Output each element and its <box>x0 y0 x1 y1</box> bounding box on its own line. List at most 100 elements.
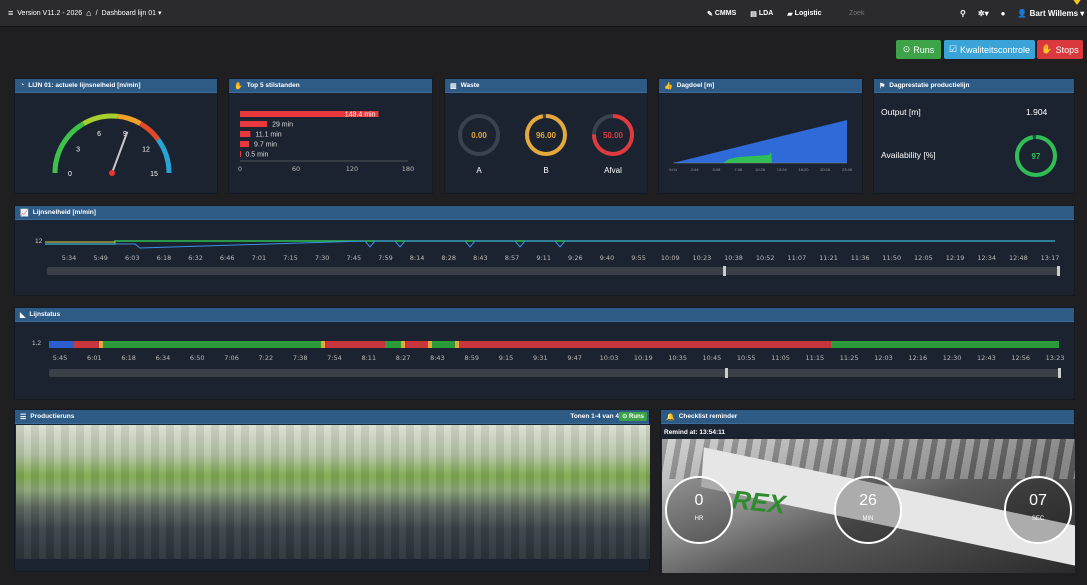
dashboard-icon: ◔ <box>20 82 25 89</box>
x-tick-label: 11:36 <box>851 254 870 262</box>
nav-cmms[interactable]: ✎ CMMS <box>707 10 736 18</box>
x-tick-label: 180 <box>402 165 414 173</box>
x-tick-label: 23:48 <box>842 167 853 172</box>
x-tick-label: 10:19 <box>634 354 653 362</box>
stop-bar <box>240 151 241 157</box>
x-tick-label: 12:16 <box>908 354 927 362</box>
x-tick-label: 10:28 <box>755 167 766 172</box>
x-tick-label: 10:45 <box>703 354 722 362</box>
x-tick-label: 11:50 <box>882 254 901 262</box>
panel-header: ✋ Top 5 stilstanden <box>229 79 432 93</box>
x-tick-label: 10:23 <box>693 254 712 262</box>
thumbs-up-icon: 👍 <box>664 82 673 90</box>
x-tick-label: 6:32 <box>188 254 203 262</box>
dagdoel-panel: 👍 Dagdoel [m] 0:04 2:44 5:08 7:48 10:28 13:24 1… <box>658 78 863 194</box>
x-tick-label: 120 <box>346 165 358 173</box>
kwaliteitscontrole-button[interactable]: ☑ Kwaliteitscontrole <box>944 40 1035 59</box>
stop-bar <box>240 141 250 147</box>
search-input[interactable] <box>845 6 973 21</box>
stops-button-label: Stops <box>1055 44 1079 55</box>
lijnsnelheid-chart: 12 5:34 5:49 6:03 6:18 6:32 6:46 7:01 7:15 7:30 7:… <box>35 238 1060 276</box>
line-chart-icon: 📈 <box>20 209 29 217</box>
runs-mini-button[interactable]: ⊙ Runs <box>619 412 647 421</box>
range-slider-track <box>49 369 1061 377</box>
gear-icon[interactable]: ✲▾ <box>978 9 989 18</box>
menu-icon[interactable]: ≡ <box>8 8 13 18</box>
panel-header: 🔔 Checklist reminder <box>661 410 1074 424</box>
x-tick-label: 11:07 <box>787 254 806 262</box>
user-menu[interactable]: 👤 Bart Willems ▾ <box>1017 9 1084 18</box>
edit-icon: ☑ <box>948 44 958 54</box>
gauge-needle-hub <box>109 170 115 176</box>
panel-header: ◔ LIJN 01: actuele lijnsnelheid [m/min] <box>15 79 217 93</box>
x-tick-label: 12:43 <box>977 354 996 362</box>
notification-marker <box>1072 0 1082 5</box>
x-tick-label: 10:52 <box>756 254 775 262</box>
x-tick-label: 6:01 <box>87 354 102 362</box>
x-tick-label: 11:15 <box>805 354 824 362</box>
gauge-tick-label: 3 <box>76 146 80 153</box>
x-tick-label: 5:49 <box>93 254 108 262</box>
rex-logo: REX <box>730 484 787 520</box>
panel-header: ◣ Lijnstatus <box>15 308 1074 322</box>
range-slider-handle <box>1058 368 1061 378</box>
x-tick-label: 2:44 <box>691 167 700 172</box>
x-tick-label: 12:05 <box>914 254 933 262</box>
flag-icon: ⚑ <box>879 82 886 90</box>
gauge-tick-label: 0 <box>68 171 72 178</box>
nav-lda[interactable]: ▤ LDA <box>750 10 773 18</box>
x-tick-label: 12:19 <box>946 254 965 262</box>
bell-icon[interactable]: ● <box>1001 9 1006 18</box>
nav-cmms-label: CMMS <box>714 10 737 17</box>
speed-gauge-panel: ◔ LIJN 01: actuele lijnsnelheid [m/min] 0… <box>14 78 218 194</box>
dagdoel-area-chart: 0:04 2:44 5:08 7:48 10:28 13:24 16:20 20:16 23:4… <box>669 120 853 172</box>
x-tick-label: 10:35 <box>668 354 687 362</box>
x-tick-label: 11:25 <box>840 354 859 362</box>
x-tick-label: 9:26 <box>568 254 583 262</box>
stop-bar <box>240 131 251 137</box>
stop-bar-label: 29 min <box>272 122 293 129</box>
x-tick-label: 0 <box>238 165 242 173</box>
gauge-arc-segment <box>139 121 161 142</box>
x-tick-label: 5:45 <box>53 354 68 362</box>
kwaliteit-button-label: Kwaliteitscontrole <box>960 44 1031 55</box>
nav-logistic[interactable]: ▰ Logistic <box>787 10 821 18</box>
x-tick-label: 11:21 <box>819 254 838 262</box>
x-tick-label: 7:45 <box>347 254 362 262</box>
x-tick-label: 13:23 <box>1046 354 1065 362</box>
x-tick-label: 6:34 <box>156 354 171 362</box>
status-segment <box>321 341 325 348</box>
lijnsnelheid-panel: 📈 Lijnsnelheid [m/min] 12 5:34 5:49 6:03 6:18… <box>14 205 1075 296</box>
status-segment <box>99 341 103 348</box>
status-segment <box>831 341 1059 348</box>
home-icon[interactable]: ⌂ <box>86 8 91 18</box>
x-tick-label: 8:28 <box>441 254 456 262</box>
x-tick-label: 7:48 <box>734 167 743 172</box>
x-tick-label: 10:55 <box>737 354 756 362</box>
runs-button[interactable]: ⊙ Runs <box>896 40 941 59</box>
panel-title: Waste <box>460 82 480 89</box>
minutes-label: MIN <box>862 516 874 522</box>
waste-panel: ▥ Waste 0.00 A 96.00 B 50.00 Afval <box>444 78 648 194</box>
nav-lda-label: LDA <box>758 10 774 17</box>
search-icon[interactable]: ⚲ <box>960 9 966 18</box>
x-tick-label: 12:48 <box>1009 254 1028 262</box>
area-chart-icon: ◣ <box>20 311 26 319</box>
x-tick-label: 0:04 <box>669 167 678 172</box>
speed-gauge: 036 91215 <box>52 113 172 178</box>
stops-button[interactable]: ✋ Stops <box>1037 40 1083 59</box>
range-slider-handle <box>723 266 726 276</box>
range-slider-handle <box>1057 266 1060 276</box>
x-tick-label: 8:14 <box>410 254 425 262</box>
x-tick-label: 9:31 <box>533 354 548 362</box>
status-segment <box>103 341 321 348</box>
panel-title: Dagprestatie productielijn <box>889 82 970 89</box>
waste-label: A <box>476 166 482 175</box>
hours-value: 0 <box>694 492 704 509</box>
breadcrumb-dashboard[interactable]: Dashboard lijn 01 ▾ <box>102 9 162 17</box>
panel-title: Productieruns <box>30 413 75 420</box>
user-icon: 👤 <box>1017 9 1028 18</box>
status-segment <box>428 341 432 348</box>
status-segment <box>401 341 405 348</box>
seconds-label: SEC <box>1031 516 1045 522</box>
